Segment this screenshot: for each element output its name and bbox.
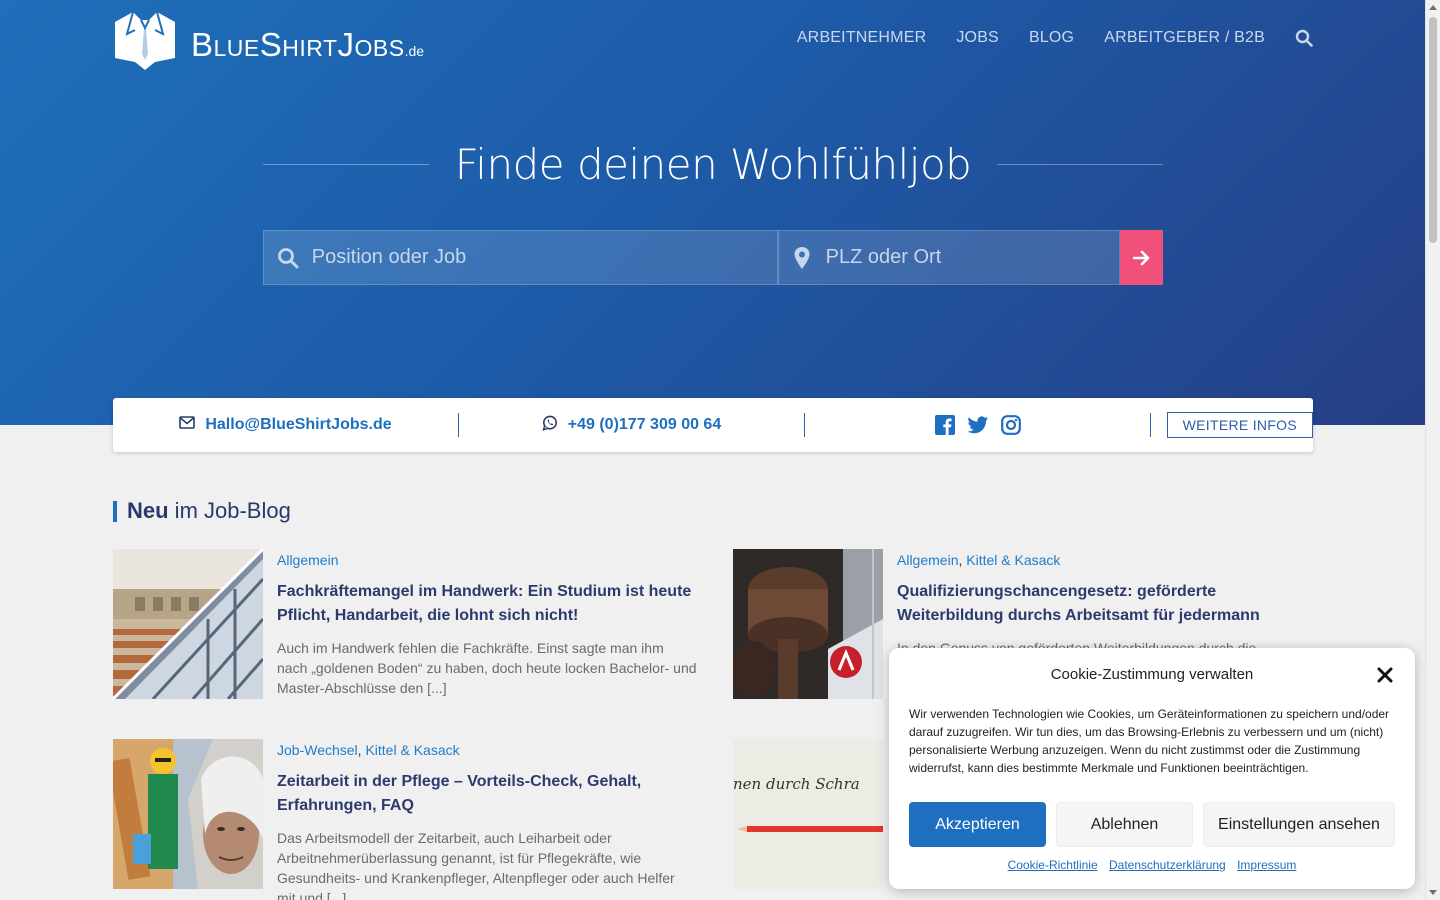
search-submit-button[interactable]	[1120, 230, 1163, 285]
post-thumbnail-handwriting[interactable]: nen durch Schra	[733, 739, 883, 889]
post-thumbnail-auditorium[interactable]	[113, 549, 263, 699]
section-title-text: Neu im Job-Blog	[127, 498, 291, 523]
headline-wrap: Finde deinen Wohlfühljob	[263, 140, 1164, 189]
scroll-up-icon[interactable]	[1429, 5, 1437, 10]
twitter-icon[interactable]	[967, 416, 989, 434]
category-link[interactable]: Allgemein	[897, 552, 958, 568]
post-excerpt: Das Arbeitsmodell der Zeitarbeit, auch L…	[277, 830, 675, 900]
category-link[interactable]: Job-Wechsel	[277, 742, 358, 758]
blog-post-card: Job-Wechsel, Kittel & Kasack Zeitarbeit …	[113, 739, 703, 900]
post-categories: Allgemein	[277, 552, 338, 568]
contact-bar: Hallo@BlueShirtJobs.de +49 (0)177 309 00…	[113, 398, 1313, 452]
section-title: Neu im Job-Blog	[113, 498, 291, 524]
post-title-link[interactable]: Qualifizierungschancengesetz: geförderte…	[897, 580, 1317, 628]
facebook-icon[interactable]	[934, 415, 955, 435]
nav-blog[interactable]: BLOG	[1029, 29, 1074, 47]
social-links	[805, 413, 1151, 437]
contact-phone: +49 (0)177 309 00 64	[459, 413, 805, 437]
post-categories: Job-Wechsel, Kittel & Kasack	[277, 742, 460, 758]
cookie-dialog-text: Wir verwenden Technologien wie Cookies, …	[909, 707, 1390, 775]
cookie-dialog-title: Cookie-Zustimmung verwalten	[1050, 666, 1254, 683]
blog-post-card: Allgemein Fachkräftemangel im Handwerk: …	[113, 549, 703, 709]
category-link[interactable]: Allgemein	[277, 552, 338, 568]
job-search-field	[263, 230, 778, 285]
phone-link[interactable]: +49 (0)177 309 00 64	[568, 416, 721, 434]
shirt-logo-icon	[113, 10, 177, 70]
arrow-right-icon	[1132, 250, 1149, 265]
job-search-form	[263, 230, 1163, 285]
page-title: Finde deinen Wohlfühljob	[454, 140, 972, 189]
post-title-link[interactable]: Fachkräftemangel im Handwerk: Ein Studiu…	[277, 580, 697, 628]
more-info-wrap: WEITERE INFOS	[1151, 412, 1313, 438]
search-icon[interactable]	[1295, 29, 1313, 47]
section-title-bar	[113, 500, 117, 522]
post-thumbnail-gavel[interactable]	[733, 549, 883, 699]
whatsapp-icon	[542, 415, 558, 436]
post-excerpt: Auch im Handwerk fehlen die Fachkräfte. …	[277, 640, 697, 696]
site-logo[interactable]: BlueShirtJobs.de	[113, 10, 424, 70]
location-search-input[interactable]	[825, 246, 1119, 269]
cookie-consent-dialog: Cookie-Zustimmung verwalten Wir verwende…	[889, 648, 1415, 889]
cookie-dialog-links: Cookie-Richtlinie Datenschutzerklärung I…	[889, 858, 1415, 872]
imprint-link[interactable]: Impressum	[1237, 858, 1296, 872]
scrollbar-thumb[interactable]	[1429, 17, 1437, 243]
envelope-icon	[179, 416, 196, 434]
category-link[interactable]: Kittel & Kasack	[966, 552, 1060, 568]
map-pin-icon	[789, 243, 816, 273]
logo-text: BlueShirtJobs.de	[191, 25, 425, 63]
headline-divider-right	[997, 164, 1164, 165]
deny-cookies-button[interactable]: Ablehnen	[1056, 802, 1193, 847]
cookie-preferences-button[interactable]: Einstellungen ansehen	[1203, 802, 1395, 847]
hero-section: BlueShirtJobs.de ARBEITNEHMER JOBS BLOG …	[0, 0, 1425, 425]
post-thumbnail-nursing[interactable]	[113, 739, 263, 889]
accept-cookies-button[interactable]: Akzeptieren	[909, 802, 1046, 847]
nav-arbeitnehmer[interactable]: ARBEITNEHMER	[797, 29, 927, 47]
post-title-link[interactable]: Zeitarbeit in der Pflege – Vorteils-Chec…	[277, 770, 697, 818]
contact-email: Hallo@BlueShirtJobs.de	[113, 413, 459, 437]
main-nav: ARBEITNEHMER JOBS BLOG ARBEITGEBER / B2B	[767, 29, 1313, 47]
privacy-policy-link[interactable]: Datenschutzerklärung	[1109, 858, 1226, 872]
cookie-policy-link[interactable]: Cookie-Richtlinie	[1008, 858, 1098, 872]
instagram-icon[interactable]	[1000, 415, 1021, 435]
category-link[interactable]: Kittel & Kasack	[365, 742, 459, 758]
nav-arbeitgeber[interactable]: ARBEITGEBER / B2B	[1104, 29, 1265, 47]
nav-jobs[interactable]: JOBS	[956, 29, 999, 47]
search-icon	[274, 243, 302, 273]
post-categories: Allgemein, Kittel & Kasack	[897, 552, 1061, 568]
headline-divider-left	[263, 164, 429, 165]
close-icon[interactable]	[1375, 665, 1395, 685]
location-search-field	[778, 230, 1120, 285]
scroll-down-icon[interactable]	[1429, 890, 1437, 895]
job-search-input[interactable]	[311, 246, 777, 269]
email-link[interactable]: Hallo@BlueShirtJobs.de	[205, 416, 391, 434]
handwriting-text: nen durch Schra	[733, 775, 860, 793]
more-info-button[interactable]: WEITERE INFOS	[1166, 412, 1313, 438]
page-scrollbar[interactable]	[1425, 0, 1440, 900]
